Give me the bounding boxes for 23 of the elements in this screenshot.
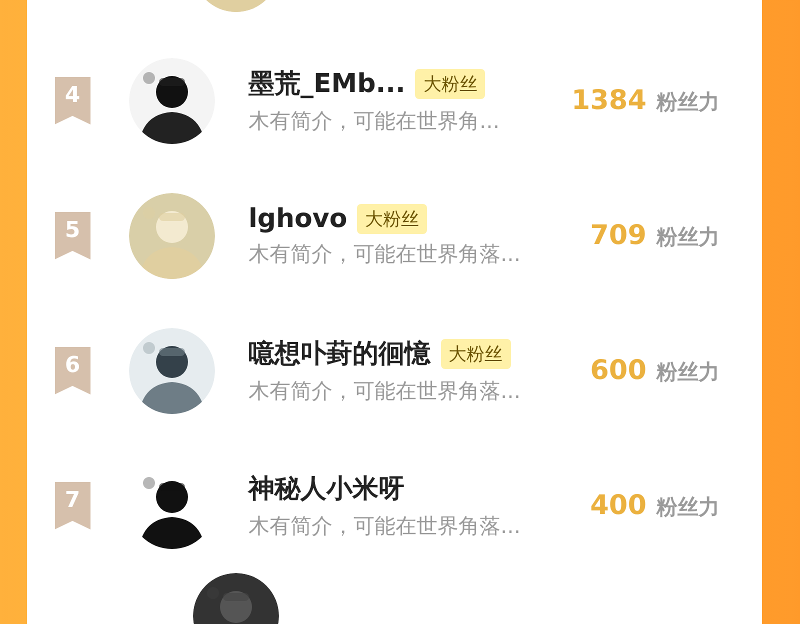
rank-badge: 7 <box>54 482 90 530</box>
fan-level-tag: 大粉丝 <box>415 68 486 98</box>
rank-badge: 5 <box>54 212 90 260</box>
fan-power-label: 粉丝力 <box>656 89 720 116</box>
fan-power-count: 1384 <box>571 85 646 116</box>
user-name: 噫想卟葑的徊憶 <box>248 338 430 371</box>
fan-power-label: 粉丝力 <box>656 224 720 251</box>
user-bio: 木有简介，可能在世界角落... <box>248 240 522 268</box>
user-name: 墨荒_EMb... <box>248 68 406 101</box>
rank-badge: 4 <box>54 76 90 124</box>
fan-power-count: 600 <box>590 355 646 386</box>
fan-power-count: 709 <box>590 220 646 251</box>
fan-level-tag: 大粉丝 <box>357 204 428 234</box>
user-name: 神秘人小米呀 <box>248 473 404 506</box>
fan-power-label: 粉丝力 <box>656 494 720 521</box>
user-bio: 木有简介，可能在世界角落... <box>248 513 522 540</box>
fan-power-count: 400 <box>590 490 646 521</box>
fan-level-tag: 大粉丝 <box>440 338 510 368</box>
rank-badge: 6 <box>54 346 90 394</box>
user-bio: 木有简介，可能在世界角... <box>248 108 501 135</box>
fan-power-label: 粉丝力 <box>656 359 720 386</box>
user-name: lghovo <box>248 204 348 234</box>
user-bio: 木有简介，可能在世界角落... <box>248 378 522 405</box>
